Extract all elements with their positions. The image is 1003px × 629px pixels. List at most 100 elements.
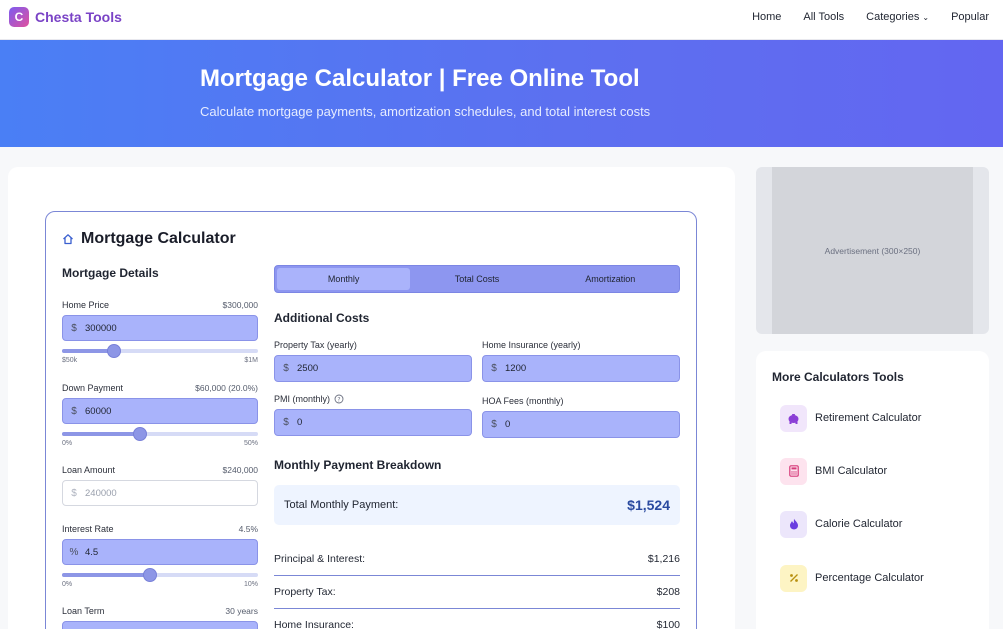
pmi-value: 0 <box>297 417 303 428</box>
loan-term-input[interactable] <box>62 621 258 629</box>
down-payment-slider[interactable] <box>62 427 258 441</box>
page-subtitle: Calculate mortgage payments, amortizatio… <box>200 104 651 119</box>
down-payment-max: 50% <box>243 440 258 447</box>
breakdown-row: Principal & Interest: $1,216 <box>274 543 680 576</box>
interest-rate-min: 0% <box>62 581 73 588</box>
percent-icon <box>780 564 807 592</box>
dollar-icon: $ <box>283 417 289 428</box>
home-price-value: 300000 <box>85 322 117 334</box>
interest-rate-label: Interest Rate <box>62 524 114 534</box>
additional-costs-heading: Additional Costs <box>274 311 370 325</box>
loan-amount-label: Loan Amount <box>62 465 116 475</box>
advertisement-panel: Advertisement (300×250) <box>756 167 989 334</box>
mortgage-details-heading: Mortgage Details <box>62 266 159 280</box>
interest-rate-slider[interactable] <box>62 568 258 582</box>
nav-popular-link[interactable]: Popular <box>951 11 989 23</box>
home-insurance-label: Home Insurance (yearly) <box>482 340 581 350</box>
interest-rate-display: 4.5% <box>238 524 258 534</box>
tool-item-bmi-calculator[interactable]: BMI Calculator <box>780 457 980 485</box>
info-icon[interactable]: ? <box>334 394 344 404</box>
interest-rate-input[interactable]: % 4.5 <box>62 539 258 565</box>
piggy-bank-icon <box>780 404 807 432</box>
chevron-down-icon: ⌄ <box>922 13 930 22</box>
property-tax-value: 2500 <box>297 363 319 374</box>
total-value: $1,524 <box>627 497 670 513</box>
site-logo[interactable]: C Chesta Tools <box>9 7 122 27</box>
logo-badge: C <box>9 7 29 27</box>
hoa-value: 0 <box>505 419 511 430</box>
home-insurance-value: 1200 <box>505 363 527 374</box>
tool-item-calorie-calculator[interactable]: Calorie Calculator <box>780 510 980 538</box>
breakdown-row: Home Insurance: $100 <box>274 609 680 629</box>
tab-monthly[interactable]: Monthly <box>277 268 411 290</box>
home-price-max: $1M <box>244 357 258 364</box>
tab-amortization[interactable]: Amortization <box>544 268 677 290</box>
home-price-slider[interactable] <box>62 344 258 358</box>
total-label: Total Monthly Payment: <box>284 499 399 511</box>
property-tax-input[interactable]: $2500 <box>274 355 472 382</box>
breakdown-row-value: $100 <box>656 619 680 629</box>
home-insurance-input[interactable]: $1200 <box>482 355 680 382</box>
home-price-display: $300,000 <box>222 300 258 310</box>
dollar-icon: $ <box>71 322 77 334</box>
home-price-slider-fill <box>62 349 114 353</box>
down-payment-input[interactable]: $60000 <box>62 398 258 424</box>
advertisement-slot[interactable]: Advertisement (300×250) <box>772 167 973 334</box>
tool-label: Percentage Calculator <box>815 572 924 584</box>
tool-label: BMI Calculator <box>815 465 888 477</box>
top-nav: C Chesta Tools Home All Tools Categories… <box>0 0 1003 40</box>
home-icon <box>63 234 73 245</box>
loan-term-label: Loan Term <box>62 606 105 616</box>
results-column: Monthly Total Costs Amortization Additio… <box>274 265 680 629</box>
home-insurance-field: Home Insurance (yearly) $1200 <box>482 340 680 382</box>
loan-term-field: Loan Term 30 years <box>62 606 258 629</box>
interest-rate-slider-thumb[interactable] <box>143 568 158 582</box>
dollar-icon: $ <box>71 487 77 499</box>
pmi-input[interactable]: $0 <box>274 409 472 436</box>
hoa-field: HOA Fees (monthly) $0 <box>482 396 680 438</box>
loan-amount-display: $240,000 <box>222 465 258 475</box>
hero-banner: Mortgage Calculator | Free Online Tool C… <box>0 40 1003 147</box>
mortgage-details-column: Mortgage Details Home Price $300,000 $300… <box>62 266 258 629</box>
breakdown-row-label: Property Tax: <box>274 586 336 598</box>
breakdown-heading: Monthly Payment Breakdown <box>274 458 442 472</box>
property-tax-field: Property Tax (yearly) $2500 <box>274 340 472 382</box>
down-payment-slider-fill <box>62 432 141 436</box>
more-tools-panel: More Calculators Tools Retirement Calcul… <box>756 351 989 629</box>
tool-item-percentage-calculator[interactable]: Percentage Calculator <box>780 564 980 592</box>
nav-home-link[interactable]: Home <box>752 11 781 23</box>
nav-links: Home All Tools Categories ⌄ Popular <box>752 11 989 23</box>
calculator-icon <box>780 457 807 485</box>
loan-amount-field: Loan Amount $240,000 $240000 <box>62 465 258 506</box>
tool-label: Retirement Calculator <box>815 412 922 424</box>
hoa-input[interactable]: $0 <box>482 411 680 438</box>
nav-all-tools-link[interactable]: All Tools <box>803 11 844 23</box>
home-price-slider-thumb[interactable] <box>106 344 121 358</box>
nav-categories-label: Categories <box>866 11 920 23</box>
tool-item-retirement-calculator[interactable]: Retirement Calculator <box>780 404 980 432</box>
nav-categories-dropdown[interactable]: Categories ⌄ <box>866 11 929 23</box>
page-title: Mortgage Calculator | Free Online Tool <box>200 65 640 92</box>
calculator-title-text: Mortgage Calculator <box>81 230 236 247</box>
mortgage-calculator-card: Mortgage Calculator Mortgage Details Hom… <box>45 211 697 629</box>
down-payment-min: 0% <box>62 440 73 447</box>
tool-label: Calorie Calculator <box>815 518 903 530</box>
more-tools-heading: More Calculators Tools <box>772 370 904 384</box>
pmi-label-row: PMI (monthly) ? <box>274 394 472 404</box>
down-payment-value: 60000 <box>85 405 112 417</box>
breakdown-row-value: $1,216 <box>647 553 680 565</box>
logo-text: Chesta Tools <box>35 9 122 25</box>
total-monthly-payment: Total Monthly Payment: $1,524 <box>274 485 680 525</box>
dollar-icon: $ <box>491 419 497 430</box>
pmi-field: PMI (monthly) ? $0 <box>274 394 472 436</box>
down-payment-slider-thumb[interactable] <box>133 427 148 441</box>
interest-rate-slider-fill <box>62 573 151 577</box>
breakdown-row-value: $208 <box>656 586 680 598</box>
breakdown-row-label: Home Insurance: <box>274 619 354 629</box>
tab-total-costs[interactable]: Total Costs <box>410 268 543 290</box>
dollar-icon: $ <box>283 363 289 374</box>
down-payment-label: Down Payment <box>62 383 124 393</box>
home-price-input[interactable]: $300000 <box>62 315 258 341</box>
loan-amount-value: 240000 <box>85 487 117 499</box>
pmi-label: PMI (monthly) <box>274 394 331 404</box>
